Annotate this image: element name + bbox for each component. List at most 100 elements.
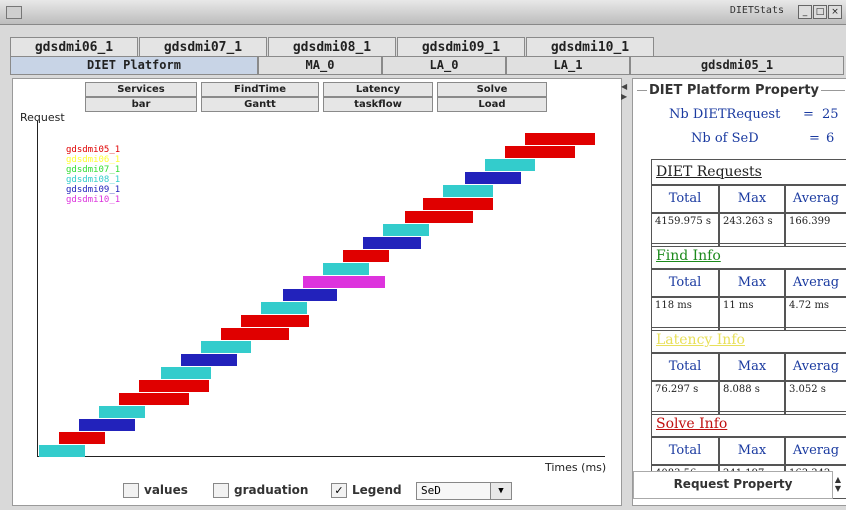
- section-title: Find Info: [651, 243, 846, 269]
- column-header: Averag: [785, 437, 846, 465]
- column-header: Max: [719, 269, 785, 297]
- legend-label: Legend: [352, 483, 402, 497]
- close-icon[interactable]: ×: [828, 5, 842, 19]
- column-header: Averag: [785, 185, 846, 213]
- tab-la0[interactable]: LA_0: [382, 56, 506, 75]
- legend-entry: gdsdmi08_1: [66, 175, 121, 185]
- gantt-bar: [201, 341, 251, 353]
- stat-value: 4159.975 s: [651, 213, 719, 247]
- chevron-down-icon[interactable]: ▼: [490, 483, 511, 499]
- column-header: Total: [651, 353, 719, 381]
- column-header: Total: [651, 437, 719, 465]
- gantt-bar: [303, 276, 385, 288]
- x-axis-label: Times (ms): [545, 461, 607, 474]
- split-divider[interactable]: ◀ ▶: [620, 82, 628, 502]
- groupby-select[interactable]: SeD ▼: [416, 482, 512, 500]
- gantt-bar: [405, 211, 473, 223]
- gantt-bar: [465, 172, 521, 184]
- findtime-button[interactable]: FindTime: [201, 82, 319, 97]
- load-button[interactable]: Load: [437, 97, 547, 112]
- column-header: Averag: [785, 353, 846, 381]
- column-header: Total: [651, 185, 719, 213]
- section-title-text: DIET Requests: [656, 164, 762, 180]
- gantt-bar: [139, 380, 209, 392]
- column-header: Total: [651, 269, 719, 297]
- gantt-bar: [423, 198, 493, 210]
- chart-legend: gdsdmi05_1 gdsdmi06_1 gdsdmi07_1 gdsdmi08_1…: [66, 145, 120, 205]
- gantt-bar: [485, 159, 535, 171]
- tab-gdsdmi07[interactable]: gdsdmi07_1: [139, 37, 267, 57]
- gantt-bar: [99, 406, 145, 418]
- gantt-bar: [119, 393, 189, 405]
- stat-value: 11 ms: [719, 297, 785, 331]
- gantt-button[interactable]: Gantt: [201, 97, 319, 112]
- collapse-right-icon[interactable]: ▶: [621, 92, 627, 101]
- legend-entry: gdsdmi10_1: [66, 195, 121, 205]
- gantt-bar: [363, 237, 421, 249]
- gantt-bar: [323, 263, 369, 275]
- gantt-bar: [383, 224, 429, 236]
- values-checkbox[interactable]: [123, 483, 139, 498]
- section-title: Solve Info: [651, 411, 846, 437]
- window-title: DIETStats: [729, 5, 784, 16]
- tab-gdsdmi06[interactable]: gdsdmi06_1: [10, 37, 138, 57]
- gantt-bar: [161, 367, 211, 379]
- graduation-checkbox[interactable]: [213, 483, 229, 498]
- column-header: Max: [719, 185, 785, 213]
- bar-button[interactable]: bar: [85, 97, 197, 112]
- stat-value: 8.088 s: [719, 381, 785, 415]
- tab-gdsdmi05[interactable]: gdsdmi05_1: [630, 56, 844, 75]
- stat-value: 243.263 s: [719, 213, 785, 247]
- title-bar: DIETStats _ □ ×: [0, 0, 846, 25]
- property-panel: DIET Platform Property Nb DIETRequest = …: [632, 78, 846, 506]
- nb-sed-eq: =: [809, 131, 820, 146]
- section-title: Latency Info: [651, 327, 846, 353]
- request-property-header: Request Property: [633, 471, 833, 499]
- window-menu-icon[interactable]: [6, 6, 22, 19]
- nb-request-value: 25: [822, 107, 839, 122]
- solve-button[interactable]: Solve: [437, 82, 547, 97]
- section-title: DIET Requests: [651, 159, 846, 185]
- minimize-icon[interactable]: _: [798, 5, 812, 19]
- services-button[interactable]: Services: [85, 82, 197, 97]
- nb-request-label: Nb DIETRequest: [669, 107, 781, 122]
- graduation-label: graduation: [234, 483, 309, 497]
- gantt-bar: [79, 419, 135, 431]
- maximize-icon[interactable]: □: [813, 5, 827, 19]
- latency-button[interactable]: Latency: [323, 82, 433, 97]
- gantt-bar: [525, 133, 595, 145]
- groupby-value: SeD: [421, 484, 441, 497]
- gantt-bar: [443, 185, 493, 197]
- taskflow-button[interactable]: taskflow: [323, 97, 433, 112]
- tab-gdsdmi10[interactable]: gdsdmi10_1: [526, 37, 654, 57]
- tab-diet-platform[interactable]: DIET Platform: [10, 56, 258, 75]
- tab-gdsdmi09[interactable]: gdsdmi09_1: [397, 37, 525, 57]
- property-title: DIET Platform Property: [647, 83, 822, 98]
- stat-value: 3.052 s: [785, 381, 846, 415]
- gantt-bar: [343, 250, 389, 262]
- x-axis: [37, 456, 605, 457]
- gantt-bar: [505, 146, 575, 158]
- chart-panel: Services FindTime Latency Solve bar Gant…: [12, 78, 622, 506]
- gantt-bar: [181, 354, 237, 366]
- gantt-bar: [221, 328, 289, 340]
- gantt-bar: [283, 289, 337, 301]
- gantt-bar: [241, 315, 309, 327]
- gantt-bar: [59, 432, 105, 444]
- tab-ma0[interactable]: MA_0: [258, 56, 382, 75]
- nb-request-eq: =: [803, 107, 814, 122]
- column-header: Max: [719, 437, 785, 465]
- legend-entry: gdsdmi05_1: [66, 145, 121, 155]
- scroll-spinner[interactable]: ▲ ▼: [832, 475, 844, 493]
- legend-checkbox[interactable]: ✓: [331, 483, 347, 498]
- section-title-text: Find Info: [656, 248, 721, 264]
- tab-la1[interactable]: LA_1: [506, 56, 630, 75]
- tab-gdsdmi08[interactable]: gdsdmi08_1: [268, 37, 396, 57]
- section-title-text: Solve Info: [656, 416, 728, 432]
- y-axis-label: Request: [20, 111, 65, 124]
- collapse-left-icon[interactable]: ◀: [621, 82, 627, 91]
- legend-entry: gdsdmi06_1: [66, 155, 121, 165]
- legend-entry: gdsdmi07_1: [66, 165, 121, 175]
- values-label: values: [144, 483, 188, 497]
- stat-value: 166.399: [785, 213, 846, 247]
